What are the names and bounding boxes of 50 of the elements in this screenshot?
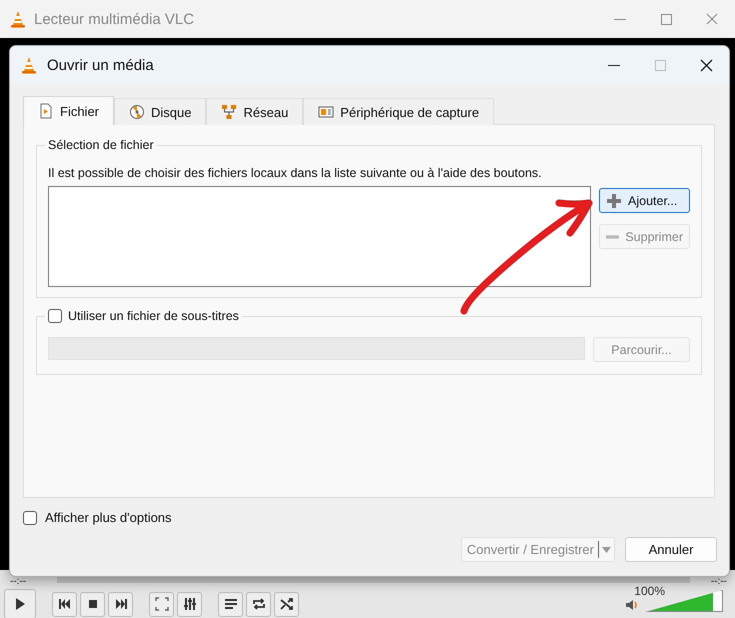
disc-icon <box>129 104 146 120</box>
checkbox-label: Afficher plus d'options <box>45 510 172 525</box>
tab[interactable]: Périphérique de capture <box>303 98 494 125</box>
fullscreen-button[interactable] <box>149 592 174 616</box>
loop-button[interactable] <box>246 592 271 616</box>
play-icon <box>13 597 27 611</box>
subtitles-checkbox[interactable] <box>48 309 62 323</box>
maximize-icon[interactable] <box>660 14 672 24</box>
plus-icon <box>606 192 622 208</box>
dialog-title: Ouvrir un média <box>47 56 154 74</box>
stop-button[interactable] <box>80 592 105 616</box>
network-icon <box>221 104 238 120</box>
file-icon <box>38 103 54 119</box>
description-text: Il est possible de choisir des fichiers locaux dans la liste suivante ou à l'aide des boutons. <box>48 166 543 180</box>
checkbox-label: Utiliser un fichier de sous-titres <box>68 309 239 323</box>
play-button[interactable] <box>4 589 36 618</box>
speaker-icon[interactable] <box>625 598 639 612</box>
equalizer-icon <box>182 597 196 611</box>
add-button[interactable]: Ajouter... <box>599 188 690 213</box>
more-options-checkbox[interactable] <box>23 510 37 524</box>
equalizer-button[interactable] <box>177 592 202 616</box>
file-list[interactable] <box>48 186 591 287</box>
minus-icon <box>606 234 620 238</box>
playlist-button[interactable] <box>218 592 243 616</box>
previous-button[interactable] <box>52 592 77 616</box>
vlc-cone-icon <box>21 56 37 74</box>
close-icon[interactable] <box>700 58 712 72</box>
previous-icon <box>58 597 72 611</box>
minimize-icon[interactable] <box>608 64 620 66</box>
vlc-cone-icon <box>10 10 26 28</box>
cancel-button[interactable]: Annuler <box>625 537 717 562</box>
maximize-icon <box>654 60 666 70</box>
next-button[interactable] <box>108 592 133 616</box>
playlist-icon <box>224 597 238 611</box>
loop-icon <box>252 597 266 611</box>
elapsed-time: --:-- <box>10 576 26 587</box>
shuffle-button[interactable] <box>274 592 299 616</box>
tab[interactable]: Réseau <box>206 98 304 125</box>
capture-device-icon <box>318 104 334 120</box>
total-time: --:-- <box>710 576 727 587</box>
fullscreen-icon <box>154 597 168 611</box>
next-icon <box>114 597 128 611</box>
volume-reading: 100% <box>634 584 665 598</box>
window-title: Lecteur multimédia VLC <box>34 10 194 28</box>
group-title: Sélection de fichier <box>45 138 157 152</box>
shuffle-icon <box>280 597 294 611</box>
tab[interactable]: Disque <box>114 98 206 125</box>
subtitle-file-field[interactable] <box>48 337 585 360</box>
caret-icon <box>602 546 611 552</box>
tab[interactable]: Fichier <box>23 96 114 125</box>
